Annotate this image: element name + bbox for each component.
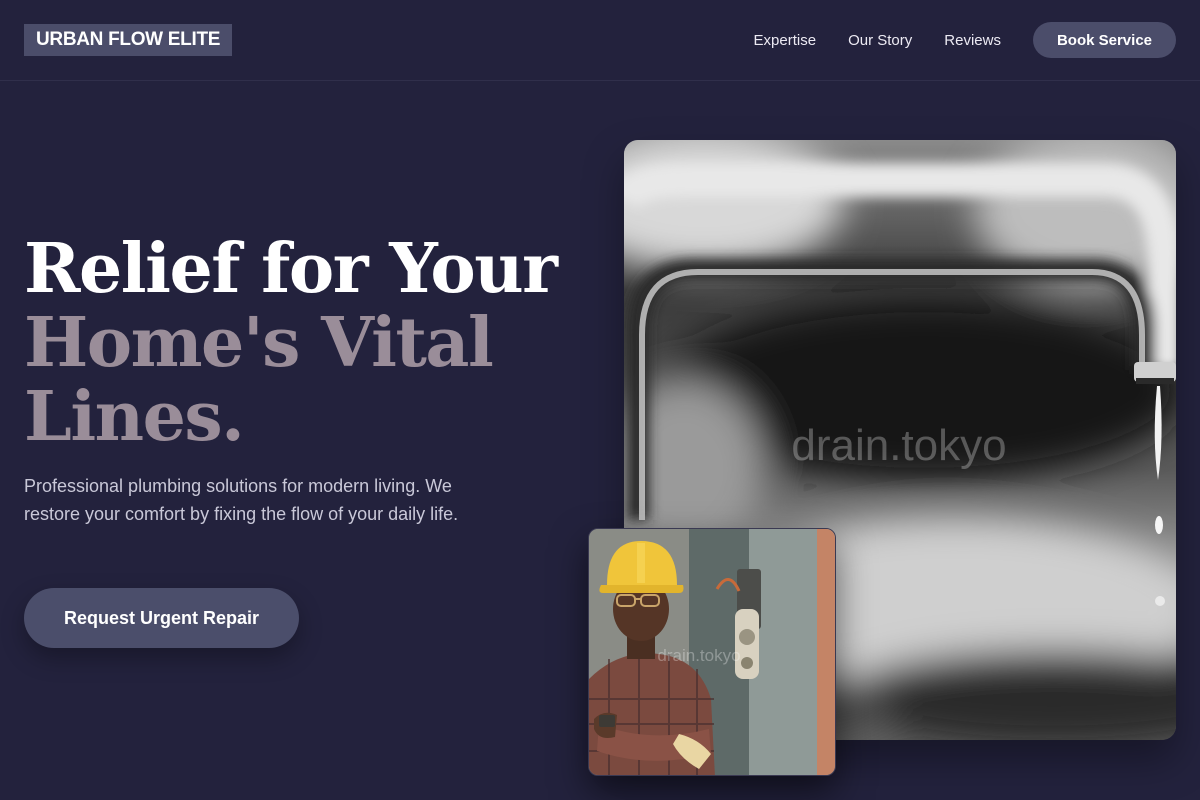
landing-page: URBAN FLOW ELITE Expertise Our Story Rev… <box>0 0 1200 800</box>
plumber-image: drain.tokyo <box>589 529 835 775</box>
main-nav: Expertise Our Story Reviews Book Service <box>754 0 1176 80</box>
site-header: URBAN FLOW ELITE Expertise Our Story Rev… <box>0 0 1200 81</box>
headline-line-1: Relief for Your <box>24 229 558 309</box>
brand-logo[interactable]: URBAN FLOW ELITE <box>24 24 233 56</box>
hero-headline: Relief for Your Home's Vital Lines. <box>24 232 584 454</box>
headline-line-3: Lines. <box>24 377 245 457</box>
request-urgent-repair-button[interactable]: Request Urgent Repair <box>24 588 299 648</box>
main-photo-watermark: drain.tokyo <box>791 421 1006 470</box>
book-service-button[interactable]: Book Service <box>1032 22 1176 58</box>
nav-link-our-story[interactable]: Our Story <box>848 32 912 49</box>
nav-link-reviews[interactable]: Reviews <box>944 32 1001 49</box>
hero-subtext: Professional plumbing solutions for mode… <box>24 476 459 524</box>
headline-line-2: Home's Vital <box>24 303 494 383</box>
nav-link-expertise[interactable]: Expertise <box>754 32 817 49</box>
plumber-photo: drain.tokyo <box>588 528 836 776</box>
inset-photo-watermark: drain.tokyo <box>657 646 740 665</box>
